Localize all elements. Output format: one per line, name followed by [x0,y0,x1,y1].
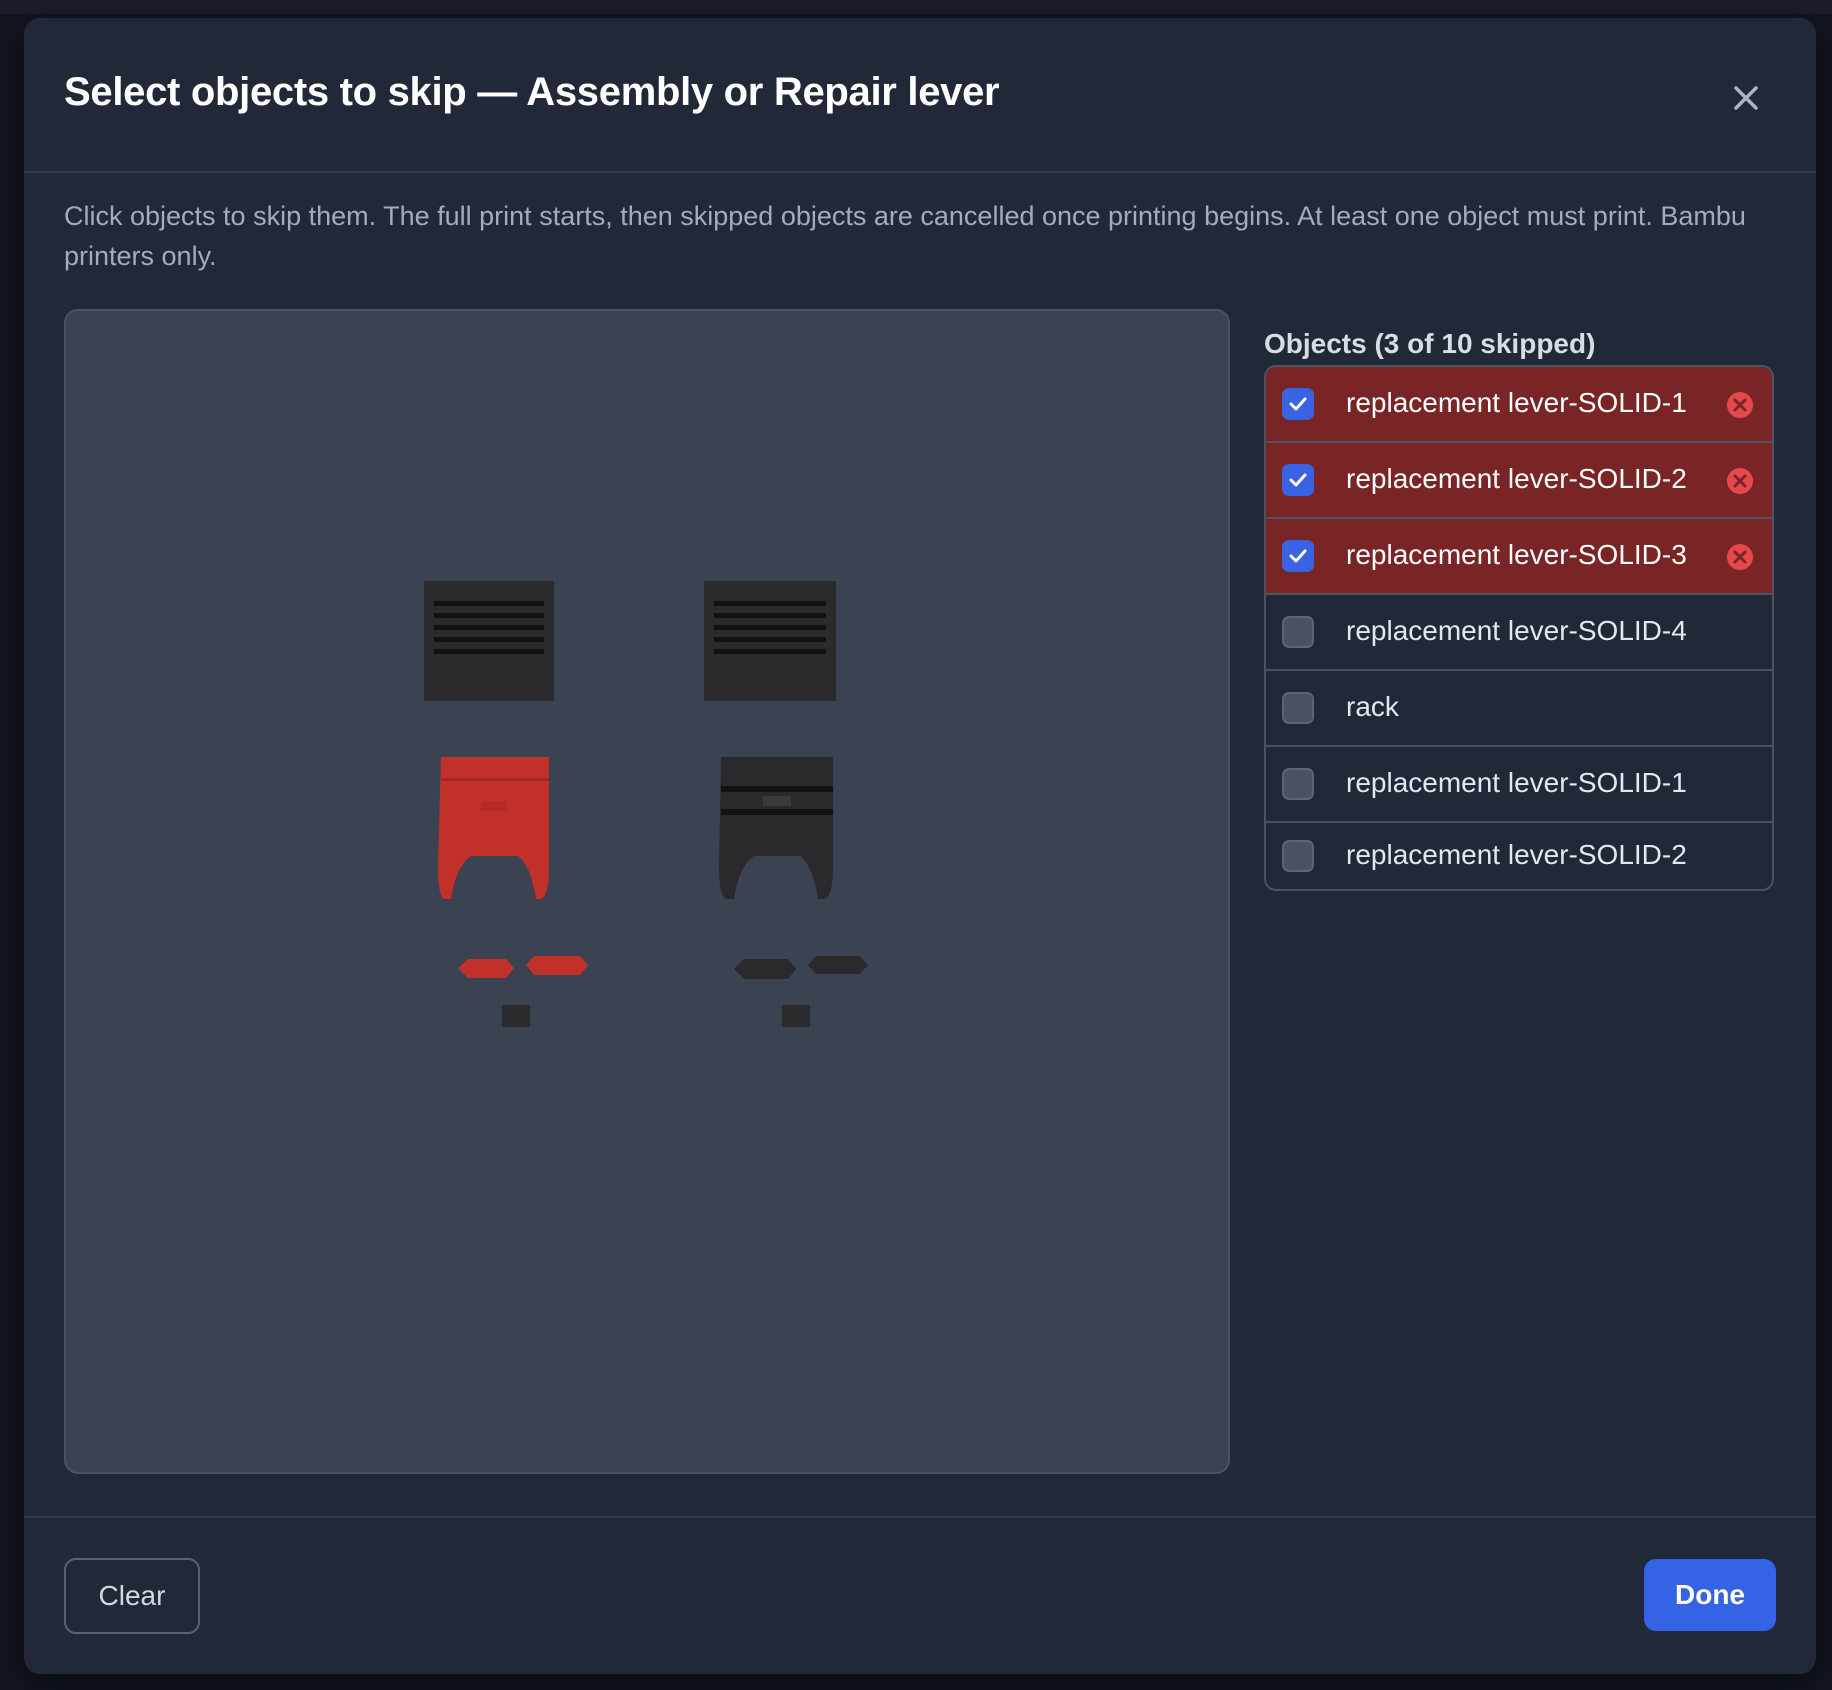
objects-heading: Objects (3 of 10 skipped) [1264,328,1596,359]
object-name: replacement lever-SOLID-4 [1346,615,1687,646]
checkbox-checked[interactable] [1282,464,1314,496]
done-button[interactable]: Done [1644,1559,1776,1631]
close-button[interactable] [1724,76,1768,120]
checkbox-unchecked[interactable] [1282,692,1314,724]
check-icon [1289,473,1307,487]
remove-circle-icon[interactable] [1726,543,1754,571]
object-row-1[interactable]: replacement lever-SOLID-1 [1266,367,1772,443]
object-name: replacement lever-SOLID-3 [1346,539,1687,570]
dialog-header: Select objects to skip — Assembly or Rep… [24,18,1816,173]
object-name: replacement lever-SOLID-1 [1346,387,1687,418]
object-row-2[interactable]: replacement lever-SOLID-2 [1266,443,1772,519]
dialog-title: Select objects to skip — Assembly or Rep… [64,70,1000,114]
checkbox-unchecked[interactable] [1282,616,1314,648]
check-icon [1289,549,1307,563]
object-row-6[interactable]: replacement lever-SOLID-1 [1266,747,1772,823]
skip-objects-dialog: Select objects to skip — Assembly or Rep… [24,18,1816,1674]
checkbox-unchecked[interactable] [1282,768,1314,800]
object-name: replacement lever-SOLID-2 [1346,839,1687,870]
plate-object-normal-1[interactable] [704,581,836,701]
remove-circle-icon[interactable] [1726,391,1754,419]
object-row-5[interactable]: rack [1266,671,1772,747]
plate-canvas [424,581,868,1027]
background-topbar [0,0,1832,14]
checkbox-unchecked[interactable] [1282,840,1314,872]
checkbox-checked[interactable] [1282,388,1314,420]
checkbox-checked[interactable] [1282,540,1314,572]
object-name: replacement lever-SOLID-2 [1346,463,1687,494]
plate-object-normal-2[interactable] [719,757,833,899]
plate-object-normal-3[interactable] [734,956,868,1027]
clear-button[interactable]: Clear [64,1558,200,1634]
check-icon [1289,397,1307,411]
object-row-7[interactable]: replacement lever-SOLID-2 [1266,823,1772,889]
dialog-description: Click objects to skip them. The full pri… [64,201,1746,271]
object-name: replacement lever-SOLID-1 [1346,767,1687,798]
plate-object-skipped-2[interactable] [438,757,549,899]
object-row-3[interactable]: replacement lever-SOLID-3 [1266,519,1772,595]
plate-object-skipped-3[interactable] [458,956,588,1027]
plate-preview [64,309,1230,1474]
plate-object-skipped-1[interactable] [424,581,554,701]
object-name: rack [1346,691,1399,722]
remove-circle-icon[interactable] [1726,467,1754,495]
close-icon [1734,86,1758,110]
dialog-footer: Clear Done [24,1516,1816,1674]
object-list: replacement lever-SOLID-1 replacement le… [1264,365,1774,891]
object-row-4[interactable]: replacement lever-SOLID-4 [1266,595,1772,671]
